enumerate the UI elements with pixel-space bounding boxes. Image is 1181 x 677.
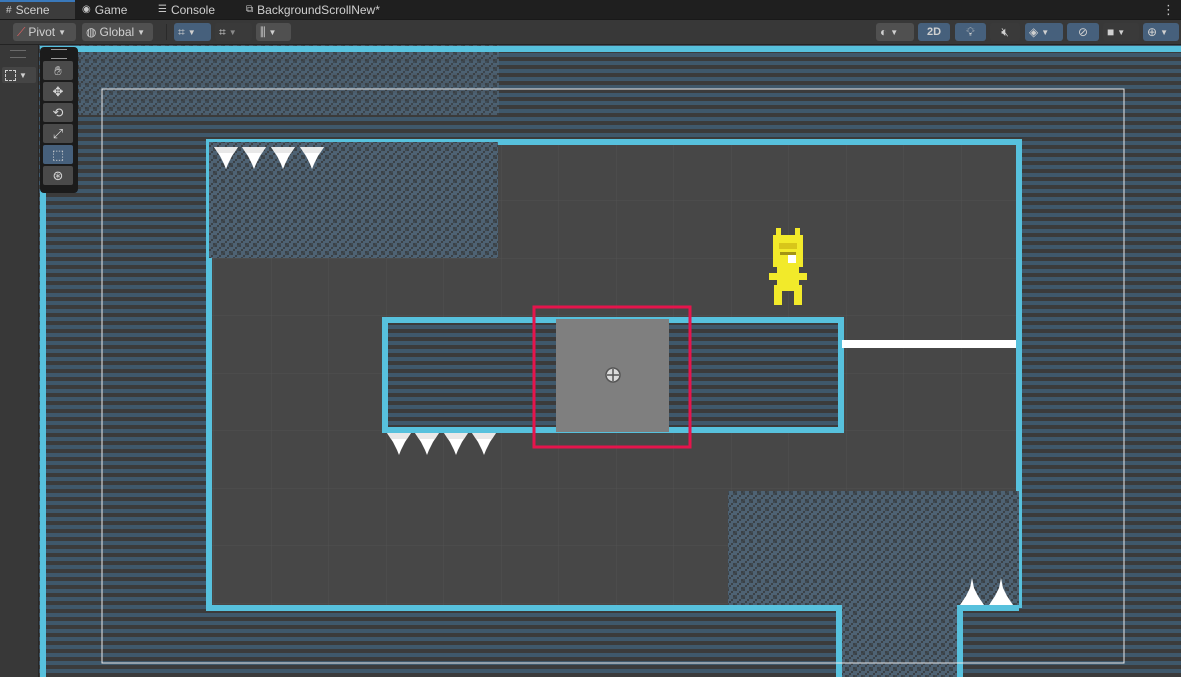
tab-label: Game [94,2,128,17]
rotate-tool[interactable]: ⟲ [43,103,73,122]
tab-label: Scene [15,3,50,17]
tab-prefab[interactable]: ⧉ BackgroundScrollNew* [240,0,410,19]
transform-tool[interactable]: ⊛ [43,166,73,185]
move-icon: ✥ [52,83,64,99]
selected-sprite[interactable] [556,319,669,432]
thin-platform[interactable] [842,340,1016,348]
tab-bar: # Scene ◉ Game ☰ Console ⧉ BackgroundScr… [0,0,1181,20]
gizmo-icon: ⊕ [1147,25,1158,39]
hand-tool[interactable]: ✋︎ [43,61,73,80]
shading-icon: ◐ [880,25,888,39]
scale-tool[interactable]: ⤢ [43,124,73,143]
visibility-toggle[interactable]: ⊘ [1067,23,1099,41]
transform-icon: ⊛ [52,167,64,183]
rotate-icon: ⟲ [52,104,64,120]
move-tool[interactable]: ✥ [43,82,73,101]
scale-icon: ⤢ [52,125,64,141]
chevron-down-icon: ▼ [1160,27,1168,37]
pivot-icon: ⟋ [17,24,26,39]
hand-icon: ✋︎ [54,62,62,78]
global-label: Global [99,25,135,39]
palette-drag-handle[interactable] [51,49,67,59]
scene-view[interactable] [39,45,1181,677]
gizmos-dropdown[interactable]: ⊕ ▼ [1143,23,1179,41]
pivot-dropdown[interactable]: ⟋ Pivot ▼ [13,23,76,41]
gamepad-icon: ◉ [82,3,91,15]
chevron-down-icon: ▼ [58,27,67,37]
tab-label: BackgroundScrollNew* [257,2,380,17]
chevron-down-icon: ▼ [268,27,277,37]
ruler-icon: ⫼ [260,24,266,39]
grid-snap-icon: ⌗ [178,24,185,39]
grid-icon: # [6,5,12,16]
chevron-down-icon: ▼ [19,70,27,80]
ruler-button[interactable]: ⫼ ▼ [256,23,291,41]
left-gutter: ▼ [0,45,39,677]
tab-label: Console [170,2,215,17]
bottom-right-ledge[interactable] [957,605,1181,677]
snap-icon: ⌗ [219,24,226,39]
scene-toolbar: ⟋ Pivot ▼ ◍ Global ▼ ⌗ ▼ ⌗ ▼ ⫼ ▼ ◐ ▼ 2D … [0,20,1181,45]
global-dropdown[interactable]: ◍ Global ▼ [82,23,153,41]
layers-icon: ◈ [1029,25,1039,39]
chevron-down-icon: ▼ [187,27,196,37]
rect-tool[interactable]: ⬚ [43,145,73,164]
grid-snap-button[interactable]: ⌗ ▼ [174,23,211,41]
chevron-down-icon: ▼ [1041,27,1050,37]
2d-toggle[interactable]: 2D [918,23,950,41]
chevron-down-icon: ▼ [890,27,899,37]
bottom-left-ledge[interactable] [209,605,842,677]
tab-game[interactable]: ◉ Game [76,0,146,19]
tool-palette: ✋︎ ✥ ⟲ ⤢ ⬚ ⊛ [40,47,78,193]
camera-dropdown[interactable]: ■ ▼ [1103,23,1139,41]
chevron-down-icon: ▼ [228,27,237,37]
pivot-label: Pivot [28,25,56,39]
drag-handle[interactable] [10,50,26,58]
prefab-icon: ⧉ [246,3,254,15]
hidden-eye-icon: ⊘ [1077,25,1089,39]
tab-console[interactable]: ☰ Console [152,0,232,19]
more-options-icon[interactable]: ⋮ [1162,0,1175,19]
lighting-toggle[interactable]: 💡︎ [955,23,986,41]
rect-select-icon [5,69,16,81]
increment-snap-button[interactable]: ⌗ ▼ [215,23,252,41]
tab-scene[interactable]: # Scene [0,0,75,19]
effects-dropdown[interactable]: ◈ ▼ [1025,23,1063,41]
camera-icon: ■ [1107,25,1115,39]
chevron-down-icon: ▼ [1117,27,1126,37]
console-icon: ☰ [158,3,167,15]
rect-icon: ⬚ [51,146,65,162]
rect-select-dropdown[interactable]: ▼ [2,67,36,83]
2d-label: 2D [926,26,942,38]
chevron-down-icon: ▼ [137,27,146,37]
globe-icon: ◍ [86,25,97,39]
draw-mode-dropdown[interactable]: ◐ ▼ [876,23,914,41]
mute-icon: 🔇︎ [1001,24,1009,39]
audio-toggle[interactable]: 🔇︎ [990,23,1020,41]
light-bulb-icon: 💡︎ [966,24,975,39]
